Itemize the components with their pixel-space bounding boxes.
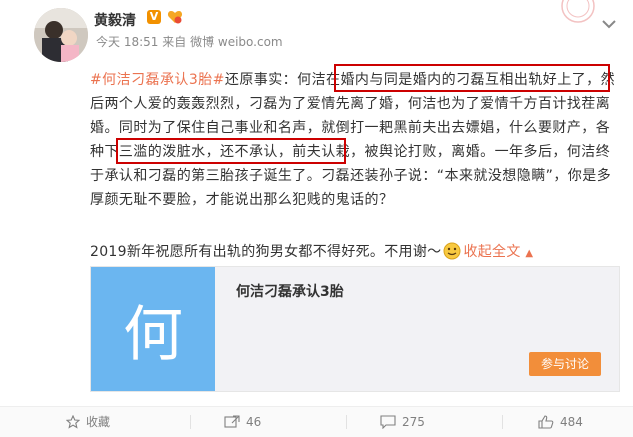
- repost-count: 46: [246, 415, 262, 429]
- collapse-arrow-icon[interactable]: ▲: [525, 248, 533, 259]
- favorite-label: 收藏: [86, 415, 111, 429]
- post-meta: 今天 18:51 来自 微博 weibo.com: [96, 33, 283, 50]
- star-icon: [65, 414, 81, 429]
- smile-emoji-icon: [443, 242, 461, 260]
- repost-button[interactable]: 46: [224, 407, 261, 437]
- vip-heart-icon: [167, 9, 183, 25]
- toolbar-divider: [502, 415, 503, 429]
- action-toolbar: 收藏 46 275 484: [0, 406, 633, 437]
- repost-icon: [224, 415, 240, 428]
- verified-badge: V: [147, 10, 161, 24]
- post-footer: 2019新年祝愿所有出轨的狗男女都不得好死。不用谢～ 收起全文 ▲: [90, 241, 533, 265]
- favorite-button[interactable]: 收藏: [65, 407, 111, 437]
- comment-button[interactable]: 275: [380, 407, 425, 437]
- collapse-link[interactable]: 收起全文: [463, 244, 520, 260]
- topic-tag[interactable]: #何洁刁磊承认3胎#: [90, 72, 225, 88]
- footer-text: 2019新年祝愿所有出轨的狗男女都不得好死。不用谢～: [90, 244, 442, 260]
- join-discussion-button[interactable]: 参与讨论: [529, 352, 601, 376]
- card-title[interactable]: 何洁刁磊承认3胎: [236, 281, 344, 301]
- author-name[interactable]: 黄毅清: [94, 10, 136, 30]
- comment-icon: [380, 415, 396, 430]
- comment-count: 275: [402, 415, 425, 429]
- like-button[interactable]: 484: [538, 407, 583, 437]
- post-text: #何洁刁磊承认3胎#还原事实：何洁在婚内与同是婚内的刁磊互相出轨好上了，然后两个…: [90, 68, 622, 212]
- post-time[interactable]: 今天 18:51: [96, 35, 158, 49]
- card-thumbnail[interactable]: 何: [91, 267, 215, 391]
- toolbar-divider: [190, 415, 191, 429]
- topic-card[interactable]: 何 何洁刁磊承认3胎 参与讨论: [90, 266, 620, 392]
- thumbs-up-icon: [538, 415, 554, 429]
- toolbar-divider: [346, 415, 347, 429]
- post-source[interactable]: 微博 weibo.com: [190, 35, 283, 49]
- chevron-down-icon[interactable]: [602, 14, 616, 29]
- from-label: 来自: [162, 35, 187, 49]
- watermark-stamp-icon: [556, 0, 600, 26]
- avatar[interactable]: [34, 8, 88, 62]
- like-count: 484: [560, 415, 583, 429]
- post-body: 还原事实：何洁在婚内与同是婚内的刁磊互相出轨好上了，然后两个人爱的轰轰烈烈，刁磊…: [90, 72, 616, 208]
